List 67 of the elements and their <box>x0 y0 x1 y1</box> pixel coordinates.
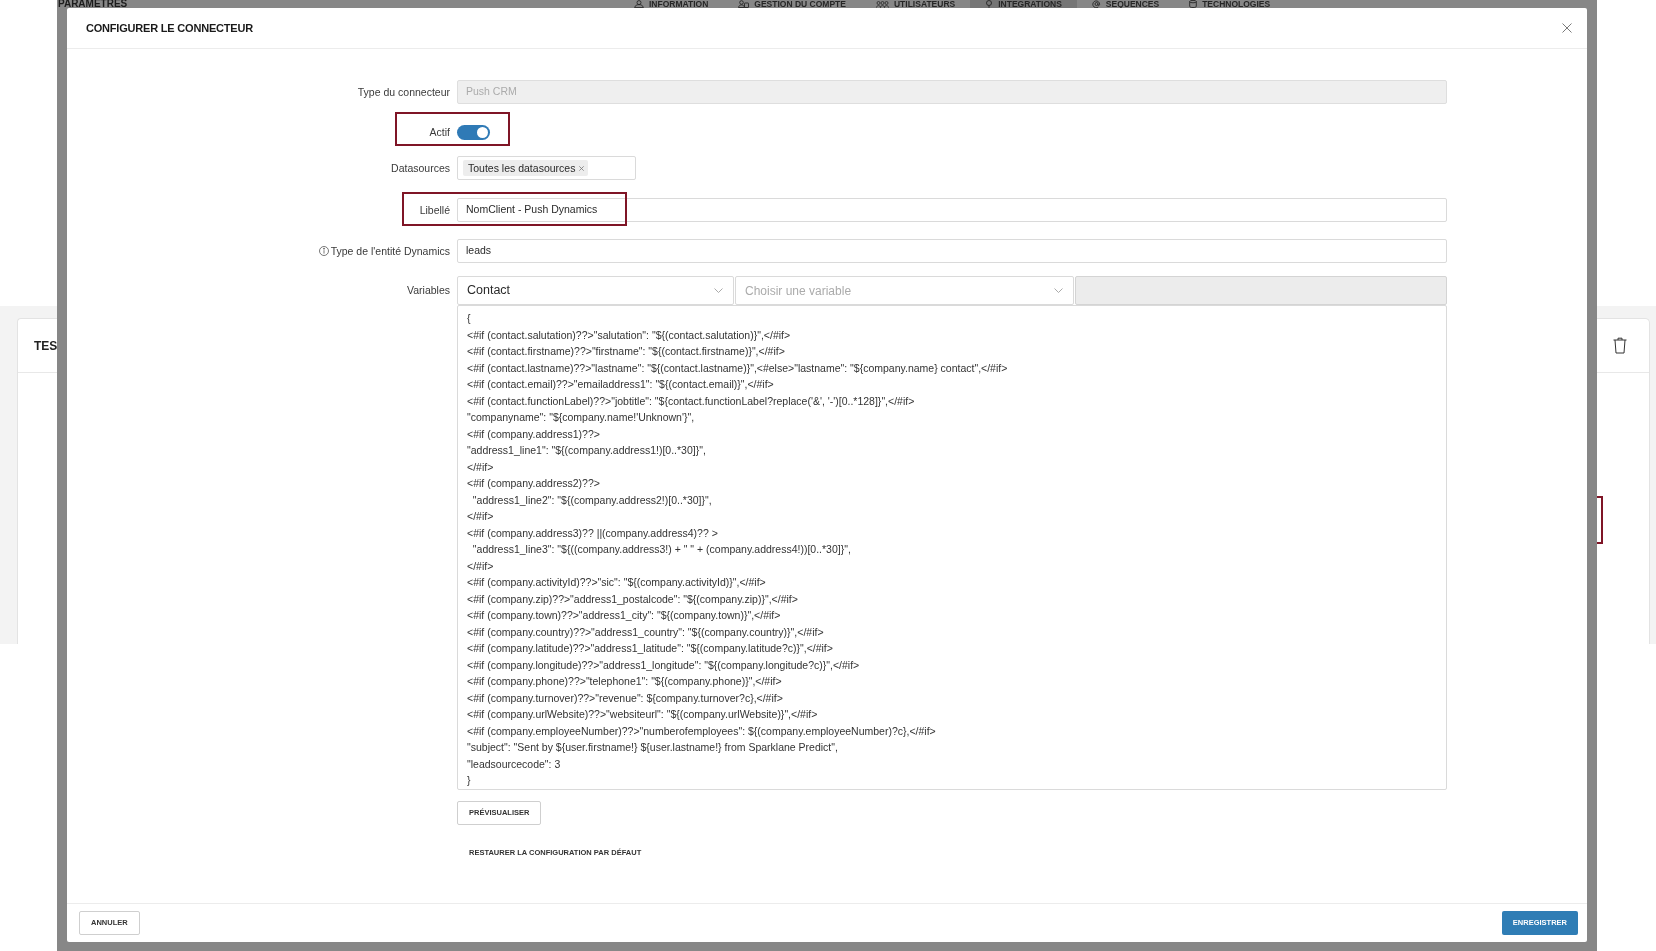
code-line: "address1_line3": "${((company.address3!) + " " + (company.address4!))[0..*30]}", <box>471 542 851 557</box>
close-button[interactable] <box>1562 23 1572 33</box>
highlight-frame <box>1597 496 1603 544</box>
code-line: <#if (company.address1)??> <box>467 426 600 442</box>
chevron-down-icon <box>714 288 723 293</box>
code-line: <#if (company.town)??>"address1_city": "${(company.town)}",</#if> <box>467 608 781 623</box>
close-icon <box>579 165 585 171</box>
code-line: "subject": "Sent by ${user.firstname!} ${user.lastname!} from Sparklane Predict", <box>467 740 838 755</box>
tag-input-field[interactable]: Toutes les datasources <box>457 156 636 180</box>
field-label: Type de l'entité Dynamics <box>330 245 450 257</box>
tab[interactable]: UTILISATEURS <box>860 0 971 8</box>
code-line: <#if (company.address3)?? ||(company.address4)?? > <box>467 525 718 541</box>
field-label: Type du connecteur <box>357 86 450 98</box>
tab[interactable]: INFORMATION <box>619 0 724 8</box>
code-line: <#if (contact.salutation)??>"salutation": "${(contact.salutation)}",</#if> <box>467 327 791 343</box>
field-label: Libellé <box>419 204 450 216</box>
code-line: "address1_line2": "${(company.address2!)[0..*30]}", <box>471 492 712 508</box>
code-line: <#if (contact.email)??>"emailaddress1": "${(contact.email)}",</#if> <box>467 377 774 392</box>
dialog-title: CONFIGURER LE CONNECTEUR <box>86 22 253 34</box>
code-line: <#if (contact.firstname)??>"firstname": "${(contact.firstname)}",</#if> <box>467 344 785 359</box>
code-line: "leadsourcecode": 3 <box>467 756 561 772</box>
tab[interactable]: GESTION DU COMPTE <box>723 0 861 8</box>
code-line: "companyname": "${company.name!'Unknown'}", <box>467 410 695 425</box>
select-dropdown[interactable]: Choisir une variable <box>735 276 1074 305</box>
code-line: <#if (company.turnover)??>"revenue": ${company.turnover?c},</#if> <box>467 690 783 706</box>
code-line: </#if> <box>467 509 494 524</box>
user-card-icon <box>738 0 750 8</box>
page-title: PARAMETRES <box>58 0 128 8</box>
code-line: </#if> <box>467 459 494 475</box>
tab[interactable]: SEQUENCES <box>1076 0 1175 8</box>
code-line: <#if (company.employeeNumber)??>"numberofemployees": ${(company.employeeNumber)?c},</#if> <box>467 723 936 739</box>
code-line: { <box>467 311 471 326</box>
trash-icon <box>1613 337 1627 354</box>
user-icon <box>634 0 644 8</box>
code-line: </#if> <box>467 558 494 574</box>
tab[interactable]: TECHNOLOGIES <box>1174 0 1286 8</box>
code-line: <#if (company.activityId)??>"sic": "${(company.activityId)}",</#if> <box>467 575 766 590</box>
text-field[interactable]: leads <box>457 239 1447 263</box>
users-icon <box>875 0 889 8</box>
code-line: <#if (company.address2)??> <box>467 476 600 491</box>
database-icon <box>1189 0 1198 8</box>
field-label: Actif <box>429 126 450 138</box>
code-line: <#if (contact.lastname)??>"lastname": "${(contact.lastname)}",<#else>"lastname": "${company.name} contact",</#if> <box>467 360 1008 376</box>
code-line: <#if (company.zip)??>"address1_postalcode": "${(company.zip)}",</#if> <box>467 591 798 607</box>
toggle-switch[interactable] <box>457 124 490 140</box>
code-line: } <box>467 773 471 788</box>
card-title: TES <box>34 339 58 352</box>
template-editor[interactable] <box>457 305 1447 790</box>
code-line: <#if (company.longitude)??>"address1_longitude": "${(company.longitude?c)}",</#if> <box>467 657 860 673</box>
code-line: <#if (company.phone)??>"telephone1": "${(company.phone)}",</#if> <box>467 674 782 689</box>
select-dropdown[interactable]: Contact <box>457 276 734 305</box>
code-line: <#if (company.urlWebsite)??>"websiteurl": "${(company.urlWebsite)}",</#if> <box>467 707 818 722</box>
text-field[interactable]: NomClient - Push Dynamics <box>457 198 1447 222</box>
code-line: <#if (company.latitude)??>"address1_latitude": "${(company.latitude?c)}",</#if> <box>467 641 833 656</box>
tag-label: Toutes les datasources <box>468 162 576 174</box>
tab[interactable]: INTEGRATIONS <box>970 0 1077 8</box>
chevron-down-icon <box>1054 288 1063 293</box>
at-sign-icon <box>1091 0 1101 8</box>
code-line: "address1_line1": "${(company.address1!)[0..*30]}", <box>467 443 706 458</box>
remove-tag-button[interactable] <box>579 165 585 171</box>
code-line: <#if (contact.functionLabel)??>"jobtitle": "${contact.functionLabel?replace('&', '-')[0..*128]}",</#if> <box>467 393 915 409</box>
delete-button[interactable] <box>1613 337 1627 354</box>
pin-icon <box>985 0 994 8</box>
field-label: Datasources <box>391 162 450 174</box>
close-icon <box>1562 23 1572 33</box>
code-line: <#if (company.country)??>"address1_country": "${(company.country)}",</#if> <box>467 624 824 640</box>
field-label: Variables <box>407 285 450 296</box>
